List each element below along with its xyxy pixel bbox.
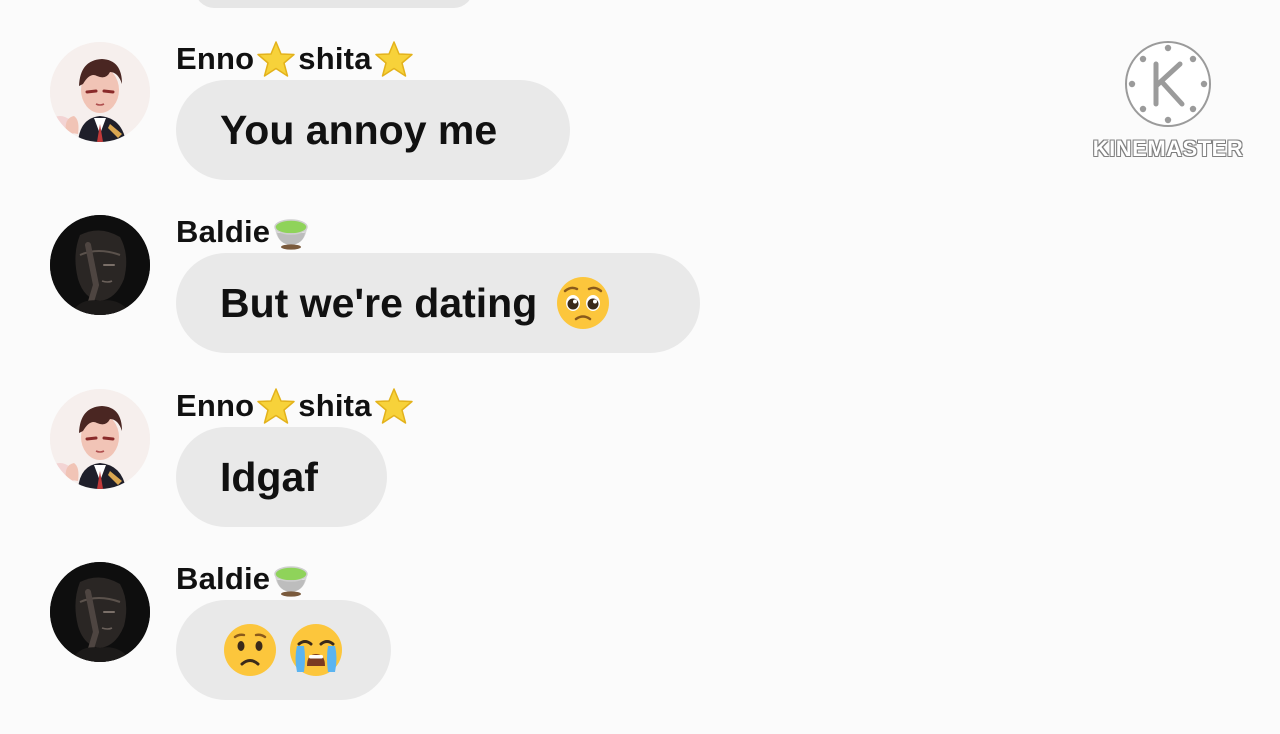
sender-name-text: Baldie xyxy=(176,214,271,249)
green-tea-icon xyxy=(272,560,310,598)
previous-message-bubble xyxy=(195,0,473,8)
sender-name: Baldie xyxy=(176,212,310,252)
message-bubble[interactable]: But we're dating xyxy=(176,253,700,353)
crying-face-icon xyxy=(288,622,344,678)
sender-name-text: Baldie xyxy=(176,561,271,596)
sender-name: Enno shita xyxy=(176,386,414,426)
baldie-avatar[interactable] xyxy=(50,562,150,662)
sender-name-text: Enno xyxy=(176,41,255,76)
sender-name-suffix: shita xyxy=(298,388,372,423)
enno-avatar[interactable] xyxy=(50,42,150,142)
pleading-face-icon xyxy=(555,275,611,331)
message-bubble[interactable] xyxy=(176,600,391,700)
sender-name-text: Enno xyxy=(176,388,255,423)
green-tea-icon xyxy=(272,213,310,251)
frowning-face-icon xyxy=(222,622,278,678)
sender-name: Baldie xyxy=(176,559,310,599)
message-text: You annoy me xyxy=(220,106,498,153)
chat-message: Baldie But we're dating xyxy=(0,212,900,387)
chat-message: Enno shita Idgaf xyxy=(0,386,900,561)
kinemaster-watermark: KINEMASTER xyxy=(1092,38,1244,168)
message-bubble[interactable]: Idgaf xyxy=(176,427,387,527)
sender-name-suffix: shita xyxy=(298,41,372,76)
baldie-avatar[interactable] xyxy=(50,215,150,315)
star-icon xyxy=(374,387,414,425)
kinemaster-logo-icon xyxy=(1122,38,1214,130)
star-icon xyxy=(256,387,296,425)
star-icon xyxy=(374,40,414,78)
message-text: Idgaf xyxy=(220,453,318,500)
message-text: But we're dating xyxy=(220,279,538,326)
star-icon xyxy=(256,40,296,78)
enno-avatar[interactable] xyxy=(50,389,150,489)
chat-message: Baldie xyxy=(0,559,900,734)
sender-name: Enno shita xyxy=(176,39,414,79)
message-bubble[interactable]: You annoy me xyxy=(176,80,570,180)
watermark-text: KINEMASTER xyxy=(1092,136,1244,161)
chat-message: Enno shita You annoy me xyxy=(0,39,900,214)
